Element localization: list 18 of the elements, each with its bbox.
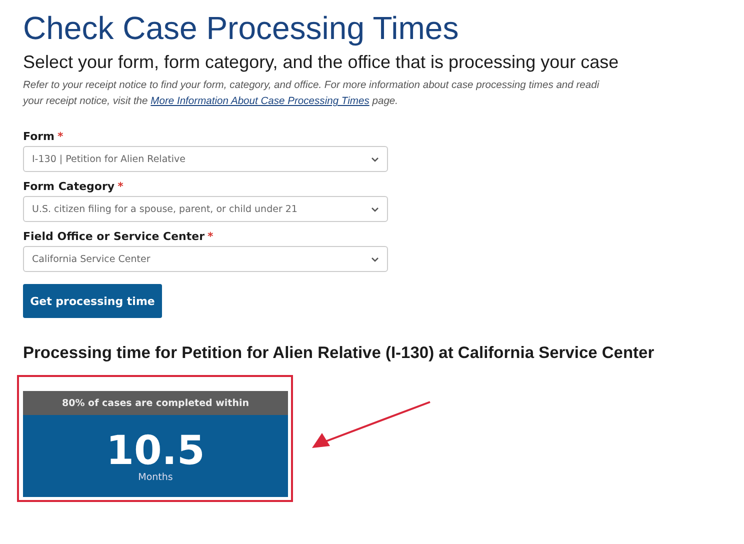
dropdown-field[interactable]: I-130 | Petition for Alien Relative	[23, 146, 388, 172]
chevron-icon	[371, 206, 379, 212]
info-link[interactable]: More Information About Case Processing Times	[150, 96, 370, 107]
field-label: Field Office or Service Center *	[23, 230, 214, 243]
field-label: Form *	[23, 130, 64, 143]
field-label: Form Category *	[23, 180, 124, 193]
chevron-icon	[371, 156, 379, 162]
intro-paragraph: Refer to your receipt notice to find your form, category, and office. For more information about case processing times and readi your receipt notice, visit the More Information About Case Processing Times page.	[23, 79, 600, 109]
chevron-icon	[371, 256, 379, 262]
page-title: Check Case Processing Times	[23, 9, 460, 48]
page-subtitle: Select your form, form category, and the office that is processing your case	[23, 52, 620, 72]
duration-value: 10.5	[106, 430, 205, 472]
duration-unit: Months	[138, 472, 173, 482]
dropdown-field[interactable]: U.S. citizen filing for a spouse, parent, or child under 21	[23, 196, 388, 222]
card-header: 80% of cases are completed within	[23, 391, 288, 415]
result-heading: Processing time for Petition for Alien Relative (I-130) at California Service Center	[23, 344, 656, 363]
dropdown-field[interactable]: California Service Center	[23, 246, 388, 272]
submit-button[interactable]: Get processing time	[23, 284, 162, 318]
